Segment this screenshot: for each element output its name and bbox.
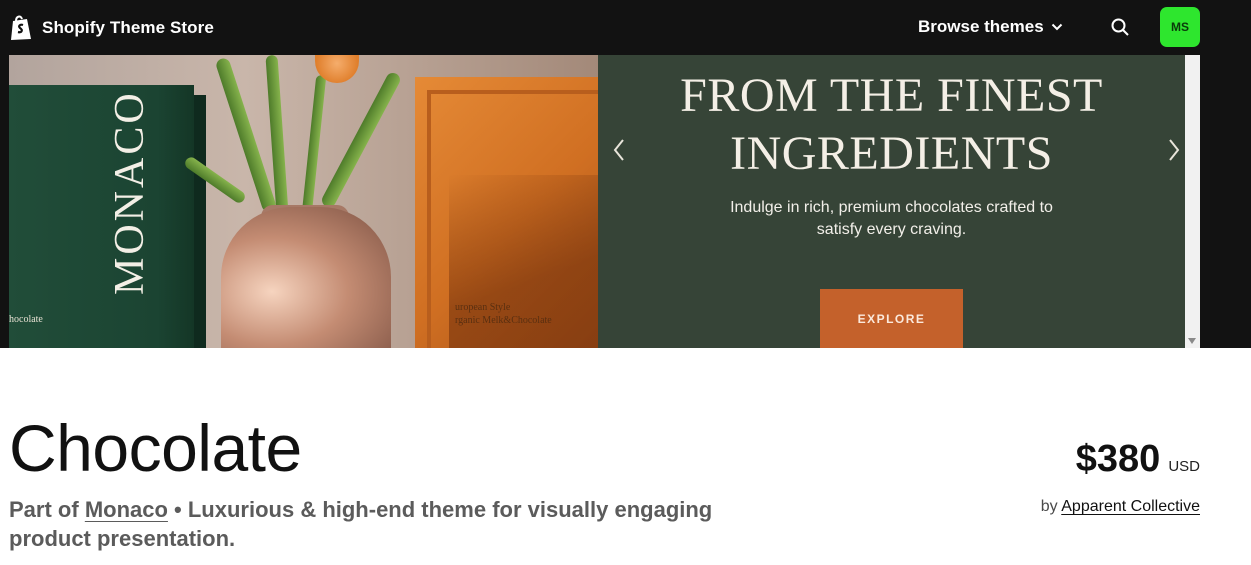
brand-link[interactable]: Shopify Theme Store xyxy=(9,14,214,41)
browse-themes-label: Browse themes xyxy=(918,17,1044,36)
hero-photo: MONACO hocolate uropean Style rganic Mel… xyxy=(9,55,598,348)
hero-subtext: Indulge in rich, premium chocolates craf… xyxy=(730,199,1053,238)
price-block: $380 USD xyxy=(1076,438,1200,481)
theme-preview-frame: MONACO hocolate uropean Style rganic Mel… xyxy=(9,55,1185,348)
vase-image xyxy=(221,207,391,348)
part-of-label: Part of xyxy=(9,497,79,522)
scroll-down-arrow-icon[interactable] xyxy=(1188,338,1196,344)
collection-link[interactable]: Monaco xyxy=(85,497,168,522)
search-icon[interactable] xyxy=(1110,17,1130,37)
theme-title: Chocolate xyxy=(9,411,302,485)
box-small-text: hocolate xyxy=(9,314,43,325)
theme-description: Part of Monaco • Luxurious & high-end th… xyxy=(9,495,769,553)
price-currency: USD xyxy=(1168,458,1200,475)
preview-scrollbar[interactable] xyxy=(1185,55,1200,348)
hero-text-panel: FROM THE FINEST INGREDIENTS Indulge in r… xyxy=(598,55,1185,348)
chevron-down-icon xyxy=(1051,23,1062,31)
orange-box-caption: uropean Style rganic Melk&Chocolate xyxy=(455,302,552,326)
browse-themes-dropdown[interactable]: Browse themes xyxy=(918,17,1063,37)
author-link[interactable]: Apparent Collective xyxy=(1061,498,1200,515)
author-line: by Apparent Collective xyxy=(1041,498,1200,516)
price-amount: $380 xyxy=(1075,438,1161,480)
shopify-bag-icon xyxy=(11,15,31,40)
top-nav-bar: Shopify Theme Store Browse themes MS xyxy=(0,0,1251,55)
box-brand-text: MONACO xyxy=(107,90,153,295)
brand-name: Shopify Theme Store xyxy=(42,17,214,37)
avatar[interactable]: MS xyxy=(1160,7,1200,47)
by-label: by xyxy=(1040,498,1058,515)
hero-headline: FROM THE FINEST INGREDIENTS xyxy=(680,69,1103,180)
explore-button[interactable]: EXPLORE xyxy=(820,289,963,348)
green-box-image xyxy=(9,85,194,348)
